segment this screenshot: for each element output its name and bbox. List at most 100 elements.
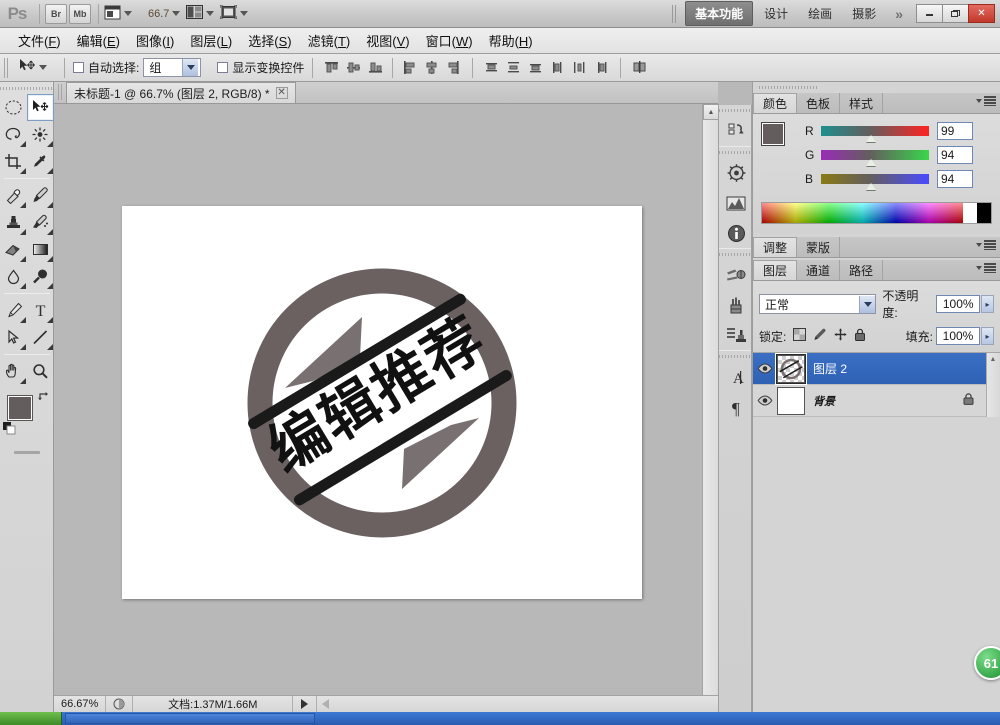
distribute-bottom-edges-icon[interactable] [525,57,546,78]
status-zoom-value[interactable]: 66.67% [54,696,106,712]
lock-all-icon[interactable] [854,328,866,344]
align-top-edges-icon[interactable] [321,57,342,78]
close-button[interactable]: ✕ [968,4,995,23]
black-swatch[interactable] [977,203,991,223]
view-extras-button[interactable] [104,5,138,23]
paragraph-panel-icon[interactable]: ¶ [719,392,753,422]
g-slider[interactable] [821,150,929,160]
layer-name[interactable]: 图层 2 [813,360,847,377]
distribute-top-edges-icon[interactable] [481,57,502,78]
drag-grip[interactable] [672,5,677,23]
current-tool-button[interactable] [15,57,56,78]
fill-input[interactable]: 100% [936,327,980,345]
layer-row[interactable]: 背景 [753,385,1000,417]
layer-thumbnail[interactable] [777,387,805,415]
menu-layer[interactable]: 图层(L) [182,28,240,53]
adjustments-panel-menu-icon[interactable] [976,240,996,250]
bridge-button[interactable]: Br [45,4,67,24]
brush-panel-icon[interactable] [719,290,753,320]
document-tab[interactable]: 未标题-1 @ 66.7% (图层 2, RGB/8) * ✕ [66,82,296,103]
tab-styles[interactable]: 样式 [840,93,883,113]
tab-layers[interactable]: 图层 [753,260,797,280]
align-left-edges-icon[interactable] [399,57,420,78]
scroll-up-icon[interactable]: ▲ [987,353,999,365]
canvas-vertical-scrollbar[interactable]: ▲ [702,104,718,695]
screen-mode-button[interactable] [220,5,254,22]
menu-image[interactable]: 图像(I) [128,28,182,53]
opacity-stepper[interactable]: ▸ [981,295,994,313]
b-slider[interactable] [821,174,929,184]
mini-bridge-button[interactable]: Mb [69,4,91,24]
tool-presets-panel-icon[interactable] [719,260,753,290]
tab-masks[interactable]: 蒙版 [797,237,840,257]
spot-healing-brush-tool[interactable] [0,182,27,209]
menu-edit[interactable]: 编辑(E) [69,28,128,53]
dock-drag-grip[interactable] [753,82,1000,93]
align-bottom-edges-icon[interactable] [365,57,386,78]
horizontal-type-tool[interactable]: T [27,297,54,324]
distribute-right-edges-icon[interactable] [591,57,612,78]
fill-stepper[interactable]: ▸ [981,327,994,345]
slider-thumb[interactable] [866,135,876,142]
rail-drag-grip[interactable] [719,105,751,116]
close-icon[interactable]: ✕ [276,87,288,99]
histogram-panel-icon[interactable] [719,188,753,218]
menu-view[interactable]: 视图(V) [358,28,417,53]
rail-drag-grip[interactable] [719,249,751,260]
auto-align-layers-icon[interactable] [629,57,650,78]
drag-grip[interactable] [4,58,9,78]
slider-thumb[interactable] [866,183,876,190]
status-expand-arrow-icon[interactable] [293,696,317,712]
move-tool[interactable] [27,94,54,121]
b-value-input[interactable]: 94 [937,170,973,188]
color-spectrum-ramp[interactable] [761,202,992,224]
start-button[interactable] [0,712,62,725]
tab-channels[interactable]: 通道 [797,260,840,280]
menu-file[interactable]: 文件(F) [10,28,69,53]
canvas-viewport[interactable]: 编辑推荐 [54,104,718,695]
align-horizontal-centers-icon[interactable] [421,57,442,78]
lock-position-icon[interactable] [834,328,847,344]
spectrum-gradient[interactable] [762,203,963,223]
history-brush-tool[interactable] [27,209,54,236]
minimize-button[interactable] [916,4,943,23]
more-workspaces-button[interactable]: » [887,4,911,24]
menu-filter[interactable]: 滤镜(T) [300,28,359,53]
blend-mode-dropdown[interactable]: 正常 [759,294,876,314]
align-right-edges-icon[interactable] [443,57,464,78]
dodge-tool[interactable] [27,263,54,290]
zoom-level-control[interactable]: 66.7 [138,8,186,20]
brush-tool[interactable] [27,182,54,209]
arrange-documents-button[interactable] [186,5,220,22]
white-swatch[interactable] [963,203,977,223]
layers-panel-menu-icon[interactable] [976,263,996,273]
layer-visibility-toggle[interactable] [753,363,777,374]
default-colors-icon[interactable] [3,422,16,438]
lock-image-pixels-icon[interactable] [813,328,827,344]
menu-select[interactable]: 选择(S) [240,28,299,53]
workspace-tab-painting[interactable]: 绘画 [799,2,841,25]
foreground-color-swatch[interactable] [7,395,33,421]
crop-tool[interactable] [0,148,27,175]
rail-drag-grip[interactable] [719,147,751,158]
show-transform-controls-checkbox[interactable] [217,62,228,73]
distribute-horizontal-centers-icon[interactable] [569,57,590,78]
notification-badge[interactable]: 61 [974,646,1000,680]
quick-selection-tool[interactable] [27,121,54,148]
chevron-down-icon[interactable] [39,65,47,70]
lock-transparent-pixels-icon[interactable] [793,328,806,344]
workspace-tab-essentials[interactable]: 基本功能 [685,1,753,26]
eraser-tool[interactable] [0,236,27,263]
tab-paths[interactable]: 路径 [840,260,883,280]
navigator-panel-icon[interactable] [719,158,753,188]
layer-thumbnail[interactable] [777,355,805,383]
color-panel-menu-icon[interactable] [976,96,996,106]
toolbox-drag-handle[interactable] [0,82,53,94]
pen-tool[interactable] [0,297,27,324]
distribute-left-edges-icon[interactable] [547,57,568,78]
menu-window[interactable]: 窗口(W) [418,28,481,53]
auto-select-scope-dropdown[interactable]: 组 [143,58,201,77]
r-value-input[interactable]: 99 [937,122,973,140]
foreground-color-swatch-mini[interactable] [761,122,785,146]
layer-name[interactable]: 背景 [813,393,835,409]
